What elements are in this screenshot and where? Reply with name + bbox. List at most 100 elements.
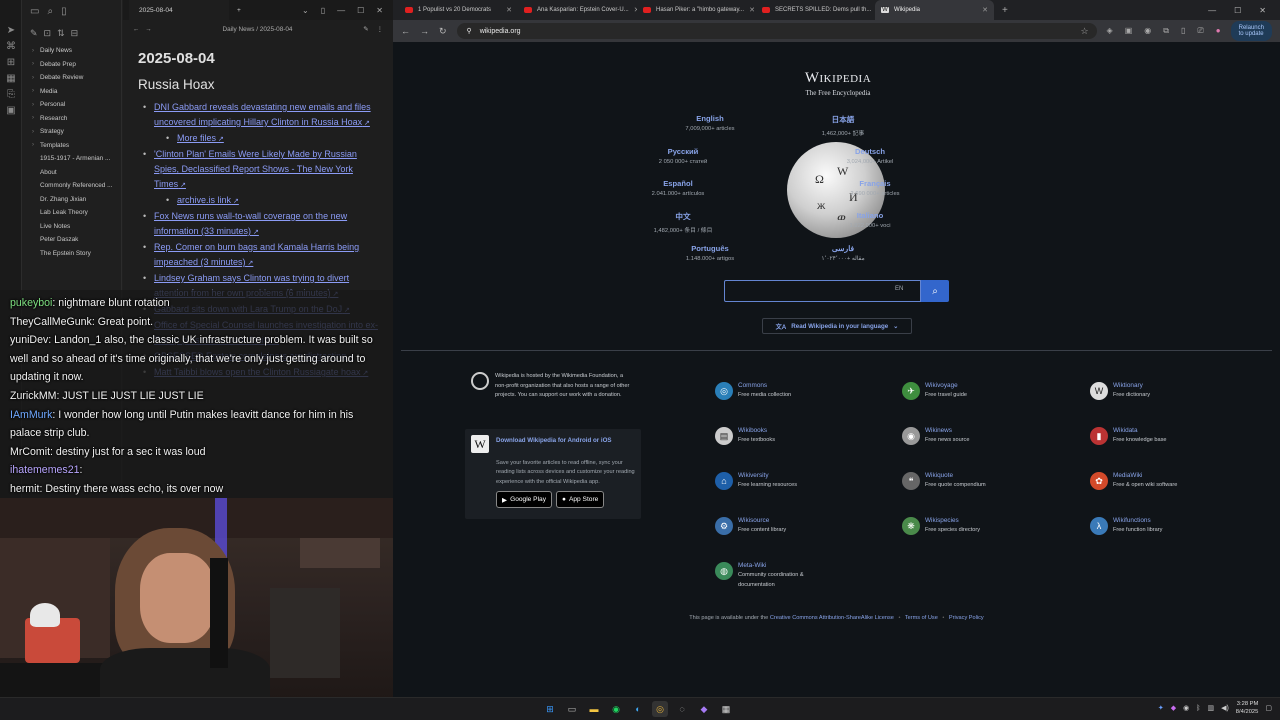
calculator-icon[interactable]: ▦: [718, 701, 734, 717]
quick-switch-icon[interactable]: ➤: [0, 22, 22, 38]
volume-icon[interactable]: ◀): [1221, 704, 1229, 712]
collapse-icon[interactable]: ⊟: [71, 28, 79, 39]
file-item[interactable]: About: [22, 166, 121, 180]
profile-avatar-icon[interactable]: ●: [1216, 26, 1221, 36]
note-link[interactable]: DNI Gabbard reveals devastating new emai…: [138, 100, 379, 131]
relaunch-button[interactable]: Relaunch to update: [1230, 21, 1272, 41]
language-link[interactable]: Italiano 1.922.000+ voci: [800, 211, 940, 229]
tray-app-icon[interactable]: ◉: [1183, 704, 1189, 712]
side-panel-icon[interactable]: ▯: [1181, 26, 1185, 36]
extension-icon[interactable]: ◉: [1144, 26, 1151, 36]
terms-link[interactable]: Terms of Use: [905, 615, 938, 621]
maximize-icon[interactable]: ☐: [357, 6, 364, 15]
search-input[interactable]: [724, 280, 921, 302]
bookmark-star-icon[interactable]: ☆: [1080, 26, 1096, 37]
app-download-link[interactable]: Download Wikipedia for Android or iOS: [496, 437, 612, 453]
edit-icon[interactable]: ✎: [363, 25, 368, 33]
edge-icon[interactable]: ◐: [630, 701, 646, 717]
close-icon[interactable]: ✕: [376, 6, 383, 15]
sister-project-link[interactable]: λ Wikifunctions Free function library: [1090, 517, 1260, 536]
language-link[interactable]: 日本語 1,462,000+ 記事: [773, 114, 913, 137]
bluetooth-icon[interactable]: ᛒ: [1196, 705, 1200, 712]
close-tab-icon[interactable]: ✕: [982, 6, 988, 14]
file-explorer-icon[interactable]: ▬: [586, 701, 602, 717]
chat-username[interactable]: TheyCallMeGunk: [10, 316, 92, 328]
puzzle-icon[interactable]: ⧉: [1163, 26, 1169, 36]
folder-icon[interactable]: ▭: [30, 6, 39, 17]
search-language-selector[interactable]: EN: [895, 286, 903, 292]
site-info-icon[interactable]: ⚲: [467, 27, 472, 35]
address-bar[interactable]: ⚲ wikipedia.org ☆: [456, 23, 1097, 39]
folder-item[interactable]: › Templates: [22, 139, 121, 153]
sister-project-link[interactable]: ✿ MediaWiki Free & open wiki software: [1090, 472, 1260, 491]
maximize-icon[interactable]: ☐: [1234, 6, 1241, 15]
language-link[interactable]: Português 1.148.000+ artigos: [640, 244, 780, 262]
wikipedia-logo[interactable]: Wikipedia The Free Encyclopedia: [788, 70, 888, 97]
folder-item[interactable]: › Debate Prep: [22, 58, 121, 72]
minimize-icon[interactable]: —: [337, 6, 345, 15]
chat-username[interactable]: ZurickMM: [10, 390, 57, 402]
notification-icon[interactable]: ▢: [1265, 704, 1272, 712]
sidebar-toggle-icon[interactable]: ▯: [321, 6, 325, 15]
new-tab-icon[interactable]: +: [237, 7, 241, 14]
google-play-button[interactable]: ▶ Google Play: [496, 491, 552, 509]
read-in-language-button[interactable]: 文A Read Wikipedia in your language ⌄: [762, 318, 912, 334]
language-link[interactable]: Русский 2 050 000+ статей: [613, 147, 753, 165]
note-link[interactable]: More files ↗: [138, 131, 379, 147]
chrome-icon[interactable]: ◎: [652, 701, 668, 717]
templates-icon[interactable]: ⎘: [0, 86, 22, 102]
daily-note-icon[interactable]: ▦: [0, 70, 22, 86]
chat-username[interactable]: IAmMurk: [10, 409, 52, 421]
bookmark-icon[interactable]: ▯: [61, 6, 67, 17]
sister-project-link[interactable]: ▤ Wikibooks Free textbooks: [715, 427, 885, 446]
app-store-button[interactable]: ● App Store: [556, 491, 605, 509]
sister-project-link[interactable]: ⌂ Wikiversity Free learning resources: [715, 472, 885, 491]
file-item[interactable]: The Epstein Story: [22, 247, 121, 261]
note-link[interactable]: 'Clinton Plan' Emails Were Likely Made b…: [138, 147, 379, 193]
donation-link[interactable]: You can support our work with a donation…: [518, 392, 622, 398]
forward-arrow-icon[interactable]: →: [145, 26, 151, 33]
note-link[interactable]: Rep. Comer on burn bags and Kamala Harri…: [138, 240, 379, 271]
folder-item[interactable]: › Debate Review: [22, 71, 121, 85]
minimize-icon[interactable]: —: [1208, 6, 1216, 15]
canvas-icon[interactable]: ⊞: [0, 54, 22, 70]
browser-tab[interactable]: 1 Populist vs 20 Democrats ✕: [399, 0, 518, 20]
sister-project-link[interactable]: ❝ Wikiquote Free quote compendium: [902, 472, 1072, 491]
note-link[interactable]: archive.is link ↗: [138, 193, 379, 209]
language-link[interactable]: فارسی ۱٬۰۲۴٬۰۰۰+ مقاله: [773, 244, 913, 262]
close-tab-icon[interactable]: ✕: [749, 6, 755, 14]
privacy-link[interactable]: Privacy Policy: [949, 615, 984, 621]
language-link[interactable]: English 7,009,000+ articles: [640, 114, 780, 132]
chat-username[interactable]: yuniDev: [10, 334, 48, 346]
folder-item[interactable]: › Research: [22, 112, 121, 126]
chat-username[interactable]: MrComit: [10, 446, 50, 458]
chat-username[interactable]: ihatememes21: [10, 464, 80, 476]
close-icon[interactable]: ✕: [1259, 6, 1266, 15]
back-arrow-icon[interactable]: ←: [133, 26, 139, 33]
terminal-icon[interactable]: ▣: [0, 102, 22, 118]
file-item[interactable]: Commonly Referenced ...: [22, 179, 121, 193]
sister-project-link[interactable]: ✈ Wikivoyage Free travel guide: [902, 382, 1072, 401]
folder-item[interactable]: › Media: [22, 85, 121, 99]
clock[interactable]: 3:28 PM 8/4/2025: [1236, 700, 1259, 716]
license-link[interactable]: Creative Commons Attribution-ShareAlike …: [770, 615, 894, 621]
sort-icon[interactable]: ⇅: [57, 28, 65, 39]
start-icon[interactable]: ⊞: [542, 701, 558, 717]
new-note-icon[interactable]: ✎: [30, 28, 38, 39]
extension-icon[interactable]: ▣: [1125, 26, 1133, 36]
close-tab-icon[interactable]: ✕: [506, 6, 512, 14]
chevron-down-icon[interactable]: ⌄: [302, 6, 309, 15]
obsidian-icon[interactable]: ◆: [696, 701, 712, 717]
browser-tab[interactable]: W Wikipedia ✕: [875, 0, 994, 20]
chat-username[interactable]: pukeyboi: [10, 297, 52, 309]
task-view-icon[interactable]: ▭: [564, 701, 580, 717]
more-options-icon[interactable]: ⋮: [377, 25, 383, 33]
spotify-icon[interactable]: ◉: [608, 701, 624, 717]
network-icon[interactable]: ▥: [1207, 704, 1214, 712]
cast-icon[interactable]: ⎚: [1197, 26, 1203, 36]
back-arrow-icon[interactable]: ←: [401, 26, 410, 36]
language-link[interactable]: Français 2 690 000+ articles: [805, 179, 945, 197]
note-link[interactable]: Fox News runs wall-to-wall coverage on t…: [138, 209, 379, 240]
forward-arrow-icon[interactable]: →: [420, 26, 429, 36]
file-item[interactable]: Dr. Zhang Jixian: [22, 193, 121, 207]
